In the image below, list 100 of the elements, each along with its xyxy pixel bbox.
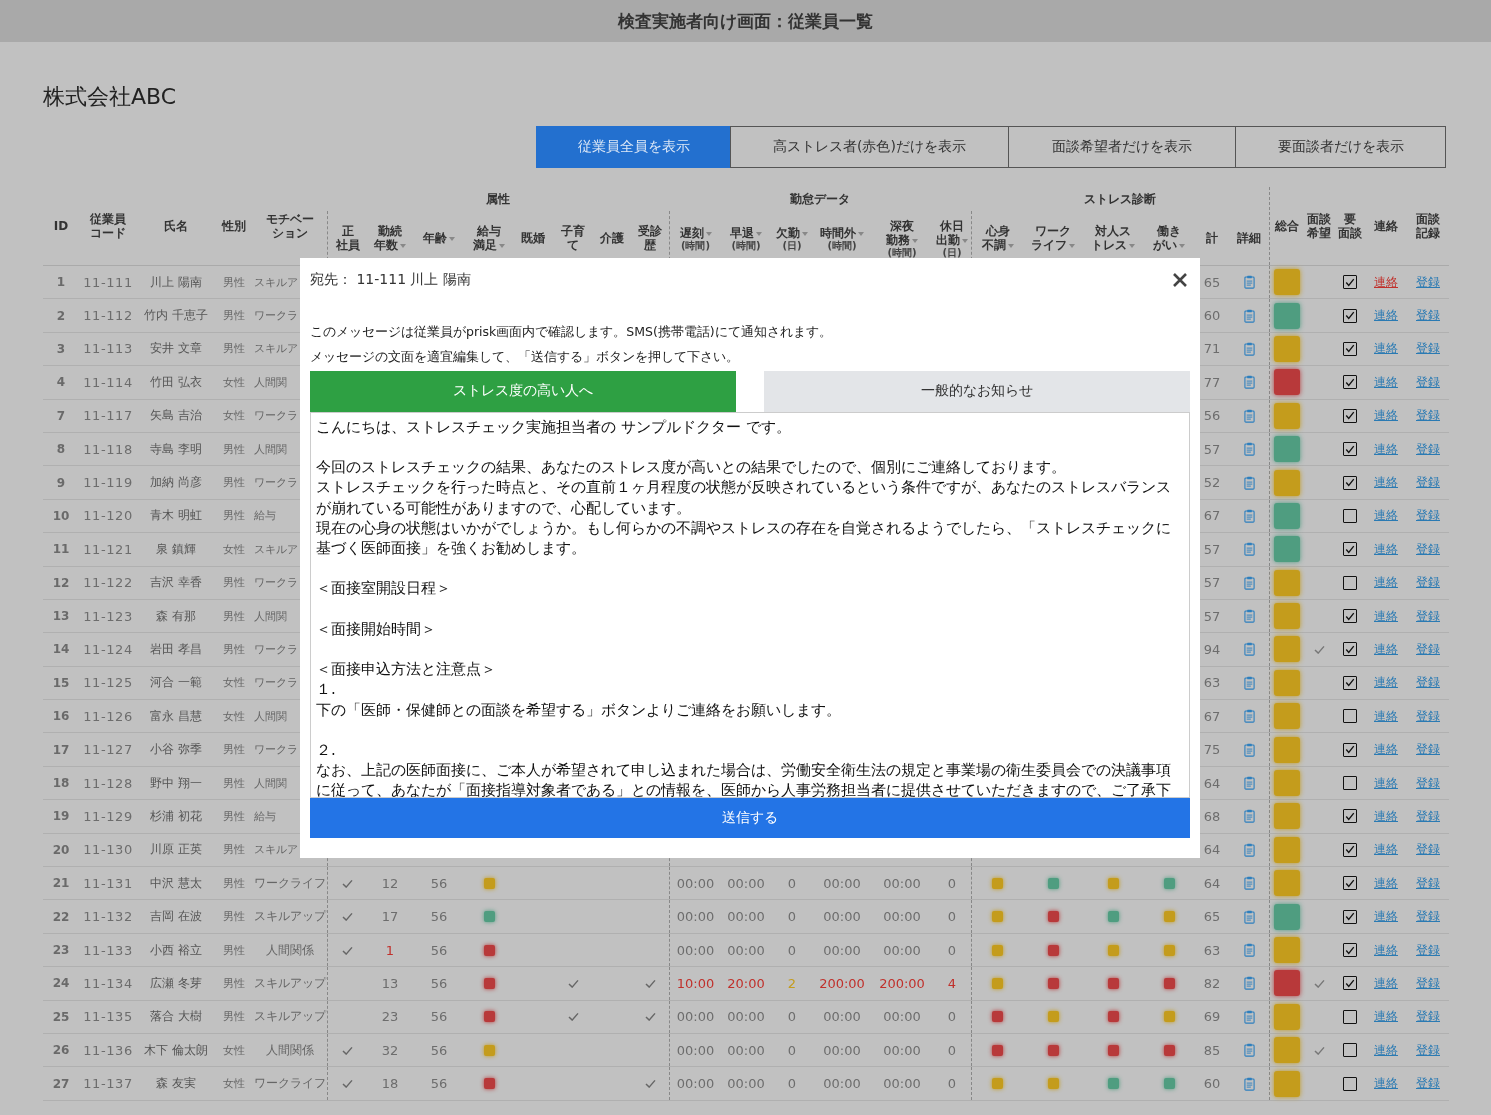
checkbox[interactable] (1343, 308, 1357, 323)
checkbox[interactable] (1343, 375, 1357, 390)
register-link[interactable]: 登録 (1416, 1008, 1440, 1026)
sort-caret-icon[interactable] (1179, 244, 1185, 248)
clipboard-icon[interactable] (1243, 876, 1255, 891)
contact-link[interactable]: 連絡 (1374, 440, 1398, 458)
checkbox[interactable] (1343, 508, 1357, 523)
register-link[interactable]: 登録 (1416, 474, 1440, 492)
sort-caret-icon[interactable] (499, 244, 505, 248)
sort-caret-icon[interactable] (1069, 244, 1075, 248)
register-link[interactable]: 登録 (1416, 1041, 1440, 1059)
checkbox[interactable] (1343, 1009, 1357, 1024)
clipboard-icon[interactable] (1243, 275, 1255, 290)
filter-tab[interactable]: 高ストレス者(赤色)だけを表示 (730, 126, 1009, 168)
contact-link[interactable]: 連絡 (1374, 574, 1398, 592)
clipboard-icon[interactable] (1243, 943, 1255, 957)
clipboard-icon[interactable] (1243, 308, 1255, 323)
register-link[interactable]: 登録 (1416, 540, 1440, 558)
contact-link[interactable]: 連絡 (1374, 1008, 1398, 1026)
register-link[interactable]: 登録 (1416, 974, 1440, 992)
sort-caret-icon[interactable] (756, 231, 762, 236)
clipboard-icon[interactable] (1243, 776, 1255, 791)
register-link[interactable]: 登録 (1416, 507, 1440, 525)
clipboard-icon[interactable] (1243, 375, 1255, 390)
sort-caret-icon[interactable] (858, 231, 864, 236)
clipboard-icon[interactable] (1243, 408, 1255, 423)
clipboard-icon[interactable] (1243, 809, 1255, 824)
contact-link[interactable]: 連絡 (1374, 474, 1398, 492)
register-link[interactable]: 登録 (1416, 707, 1440, 725)
contact-link[interactable]: 連絡 (1374, 407, 1398, 425)
checkbox[interactable] (1343, 408, 1357, 423)
checkbox[interactable] (1343, 275, 1357, 290)
clipboard-icon[interactable] (1243, 842, 1255, 857)
contact-link[interactable]: 連絡 (1374, 540, 1398, 558)
contact-link[interactable]: 連絡 (1374, 340, 1398, 358)
contact-link[interactable]: 連絡 (1374, 1075, 1398, 1093)
checkbox[interactable] (1343, 776, 1357, 791)
contact-link[interactable]: 連絡 (1374, 607, 1398, 625)
contact-link[interactable]: 連絡 (1374, 307, 1398, 325)
contact-link[interactable]: 連絡 (1374, 741, 1398, 759)
sort-caret-icon[interactable] (400, 244, 406, 248)
register-link[interactable]: 登録 (1416, 574, 1440, 592)
clipboard-icon[interactable] (1243, 1009, 1255, 1024)
contact-link[interactable]: 連絡 (1374, 674, 1398, 692)
checkbox[interactable] (1343, 709, 1357, 724)
checkbox[interactable] (1343, 842, 1357, 857)
close-icon[interactable] (1172, 271, 1188, 288)
clipboard-icon[interactable] (1243, 609, 1255, 624)
checkbox[interactable] (1343, 876, 1357, 891)
checkbox[interactable] (1343, 809, 1357, 824)
checkbox[interactable] (1343, 442, 1357, 457)
contact-link[interactable]: 連絡 (1374, 273, 1398, 291)
register-link[interactable]: 登録 (1416, 674, 1440, 692)
clipboard-icon[interactable] (1243, 442, 1255, 457)
filter-tab[interactable]: 従業員全員を表示 (536, 126, 731, 168)
register-link[interactable]: 登録 (1416, 941, 1440, 959)
contact-link[interactable]: 連絡 (1374, 707, 1398, 725)
checkbox[interactable] (1343, 909, 1357, 924)
clipboard-icon[interactable] (1243, 542, 1255, 557)
checkbox[interactable] (1343, 609, 1357, 624)
checkbox[interactable] (1343, 1076, 1357, 1091)
template-tab[interactable]: ストレス度の高い人へ (310, 370, 736, 412)
contact-link[interactable]: 連絡 (1374, 874, 1398, 892)
clipboard-icon[interactable] (1243, 742, 1255, 757)
register-link[interactable]: 登録 (1416, 407, 1440, 425)
contact-link[interactable]: 連絡 (1374, 507, 1398, 525)
clipboard-icon[interactable] (1243, 1076, 1255, 1091)
filter-tab[interactable]: 面談希望者だけを表示 (1008, 126, 1236, 168)
clipboard-icon[interactable] (1243, 341, 1255, 356)
contact-link[interactable]: 連絡 (1374, 774, 1398, 792)
register-link[interactable]: 登録 (1416, 807, 1440, 825)
message-field[interactable] (310, 411, 1190, 799)
register-link[interactable]: 登録 (1416, 607, 1440, 625)
send-button[interactable]: 送信する (310, 798, 1190, 838)
checkbox[interactable] (1343, 976, 1357, 991)
clipboard-icon[interactable] (1243, 709, 1255, 724)
register-link[interactable]: 登録 (1416, 741, 1440, 759)
clipboard-icon[interactable] (1243, 642, 1255, 657)
checkbox[interactable] (1343, 675, 1357, 690)
contact-link[interactable]: 連絡 (1374, 941, 1398, 959)
sort-caret-icon[interactable] (912, 238, 918, 243)
filter-tab[interactable]: 要面談者だけを表示 (1235, 126, 1446, 168)
checkbox[interactable] (1343, 642, 1357, 657)
contact-link[interactable]: 連絡 (1374, 373, 1398, 391)
register-link[interactable]: 登録 (1416, 273, 1440, 291)
contact-link[interactable]: 連絡 (1374, 841, 1398, 859)
checkbox[interactable] (1343, 943, 1357, 957)
sort-caret-icon[interactable] (449, 237, 455, 241)
register-link[interactable]: 登録 (1416, 307, 1440, 325)
sort-caret-icon[interactable] (705, 231, 712, 236)
clipboard-icon[interactable] (1243, 475, 1255, 490)
clipboard-icon[interactable] (1243, 909, 1255, 924)
sort-caret-icon[interactable] (802, 231, 808, 236)
contact-link[interactable]: 連絡 (1374, 641, 1398, 658)
contact-link[interactable]: 連絡 (1374, 974, 1398, 992)
register-link[interactable]: 登録 (1416, 373, 1440, 391)
clipboard-icon[interactable] (1243, 976, 1255, 991)
sort-caret-icon[interactable] (1129, 244, 1135, 248)
checkbox[interactable] (1343, 341, 1357, 356)
clipboard-icon[interactable] (1243, 508, 1255, 523)
